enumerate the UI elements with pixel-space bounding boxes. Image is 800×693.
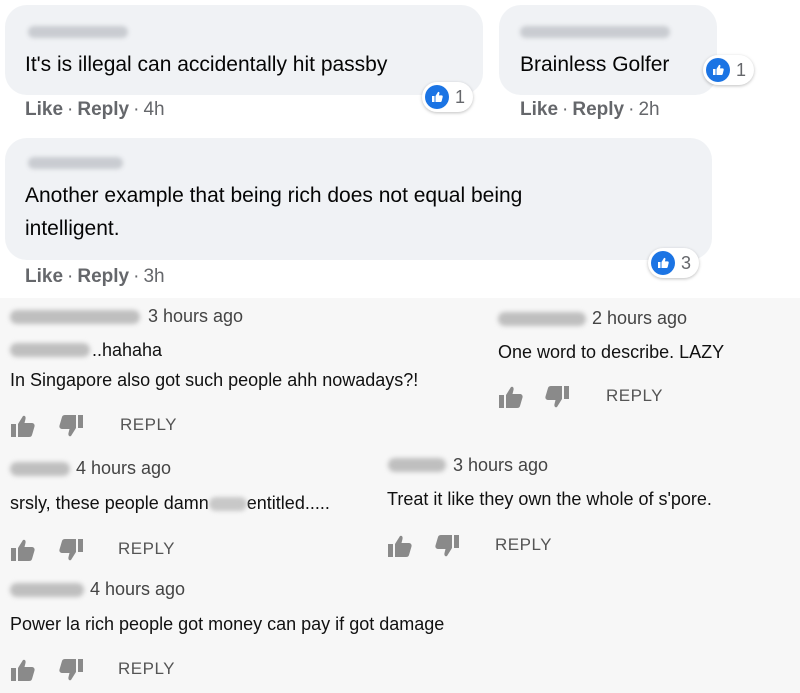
fb-comment-actions: Like · Reply · 3h xyxy=(25,266,165,287)
yt-commenter-name-redacted xyxy=(10,310,140,324)
like-reaction-icon xyxy=(651,251,675,275)
yt-comment-text-line: ..hahaha xyxy=(92,340,163,360)
fb-comment-time: 3h xyxy=(143,266,165,287)
yt-comment-text: Treat it like they own the whole of s'po… xyxy=(387,489,712,509)
yt-comment-text: Power la rich people got money can pay i… xyxy=(10,614,445,634)
thumbs-up-icon[interactable] xyxy=(10,538,36,562)
fb-comment-text-line: intelligent. xyxy=(25,217,120,240)
thumbs-down-icon[interactable] xyxy=(58,414,84,438)
yt-reply-button[interactable]: REPLY xyxy=(118,659,175,679)
yt-comment-time: 2 hours ago xyxy=(592,308,688,328)
fb-reaction-count[interactable]: 1 xyxy=(422,82,474,112)
fb-reply-link[interactable]: Reply xyxy=(572,99,624,120)
yt-mentioned-name-redacted xyxy=(10,343,90,357)
yt-comment-text: srsly, these people damn entitled..... xyxy=(10,493,330,514)
thumbs-down-icon[interactable] xyxy=(544,385,570,409)
like-reaction-icon xyxy=(706,58,730,82)
yt-commenter-name-redacted xyxy=(498,312,586,326)
thumbs-up-icon[interactable] xyxy=(498,385,524,409)
censored-word xyxy=(208,497,247,512)
yt-commenter-name-redacted xyxy=(388,458,446,472)
yt-reply-button[interactable]: REPLY xyxy=(495,535,552,555)
fb-comment-actions: Like · Reply · 4h xyxy=(25,99,165,120)
fb-commenter-name-redacted xyxy=(520,26,670,38)
yt-comment-time: 4 hours ago xyxy=(76,458,172,478)
fb-reaction-number: 3 xyxy=(681,252,692,273)
yt-comment-text-start: srsly, these people damn xyxy=(10,493,209,513)
yt-comment-time: 3 hours ago xyxy=(453,455,549,475)
thumbs-down-icon[interactable] xyxy=(58,538,84,562)
yt-comment-text-line: In Singapore also got such people ahh no… xyxy=(10,370,419,390)
fb-reaction-number: 1 xyxy=(736,59,747,80)
facebook-comments-section: It's is illegal can accidentally hit pas… xyxy=(0,0,800,298)
fb-comment-actions: Like · Reply · 2h xyxy=(520,99,660,120)
fb-reply-link[interactable]: Reply xyxy=(77,99,129,120)
fb-comment-text-line: Another example that being rich does not… xyxy=(25,184,523,207)
fb-reaction-number: 1 xyxy=(455,86,466,107)
like-reaction-icon xyxy=(425,85,449,109)
thumbs-up-icon[interactable] xyxy=(387,534,413,558)
fb-reply-link[interactable]: Reply xyxy=(77,266,129,287)
thumbs-up-icon[interactable] xyxy=(10,414,36,438)
yt-commenter-name-redacted xyxy=(10,462,70,476)
fb-reaction-count[interactable]: 1 xyxy=(703,55,755,85)
yt-comment-time: 3 hours ago xyxy=(148,306,244,326)
youtube-comments-section: 3 hours ago ..hahaha In Singapore also g… xyxy=(0,298,800,693)
thumbs-down-icon[interactable] xyxy=(58,658,84,682)
fb-like-link[interactable]: Like xyxy=(25,266,63,287)
fb-reaction-count[interactable]: 3 xyxy=(648,248,700,278)
fb-comment-time: 2h xyxy=(638,99,660,120)
yt-reply-button[interactable]: REPLY xyxy=(120,415,177,435)
thumbs-down-icon[interactable] xyxy=(434,534,460,558)
yt-reply-button[interactable]: REPLY xyxy=(118,539,175,559)
yt-commenter-name-redacted xyxy=(10,583,84,597)
fb-like-link[interactable]: Like xyxy=(520,99,558,120)
fb-comment-time: 4h xyxy=(143,99,165,120)
yt-comment-time: 4 hours ago xyxy=(90,579,186,599)
fb-comment-text: Brainless Golfer xyxy=(520,53,670,76)
fb-commenter-name-redacted xyxy=(28,26,128,38)
fb-commenter-name-redacted xyxy=(28,157,123,169)
fb-like-link[interactable]: Like xyxy=(25,99,63,120)
yt-comment-text-end: entitled..... xyxy=(246,493,330,513)
yt-comment-text: One word to describe. LAZY xyxy=(498,342,725,362)
thumbs-up-icon[interactable] xyxy=(10,658,36,682)
fb-comment-text: It's is illegal can accidentally hit pas… xyxy=(25,53,388,76)
yt-reply-button[interactable]: REPLY xyxy=(606,386,663,406)
